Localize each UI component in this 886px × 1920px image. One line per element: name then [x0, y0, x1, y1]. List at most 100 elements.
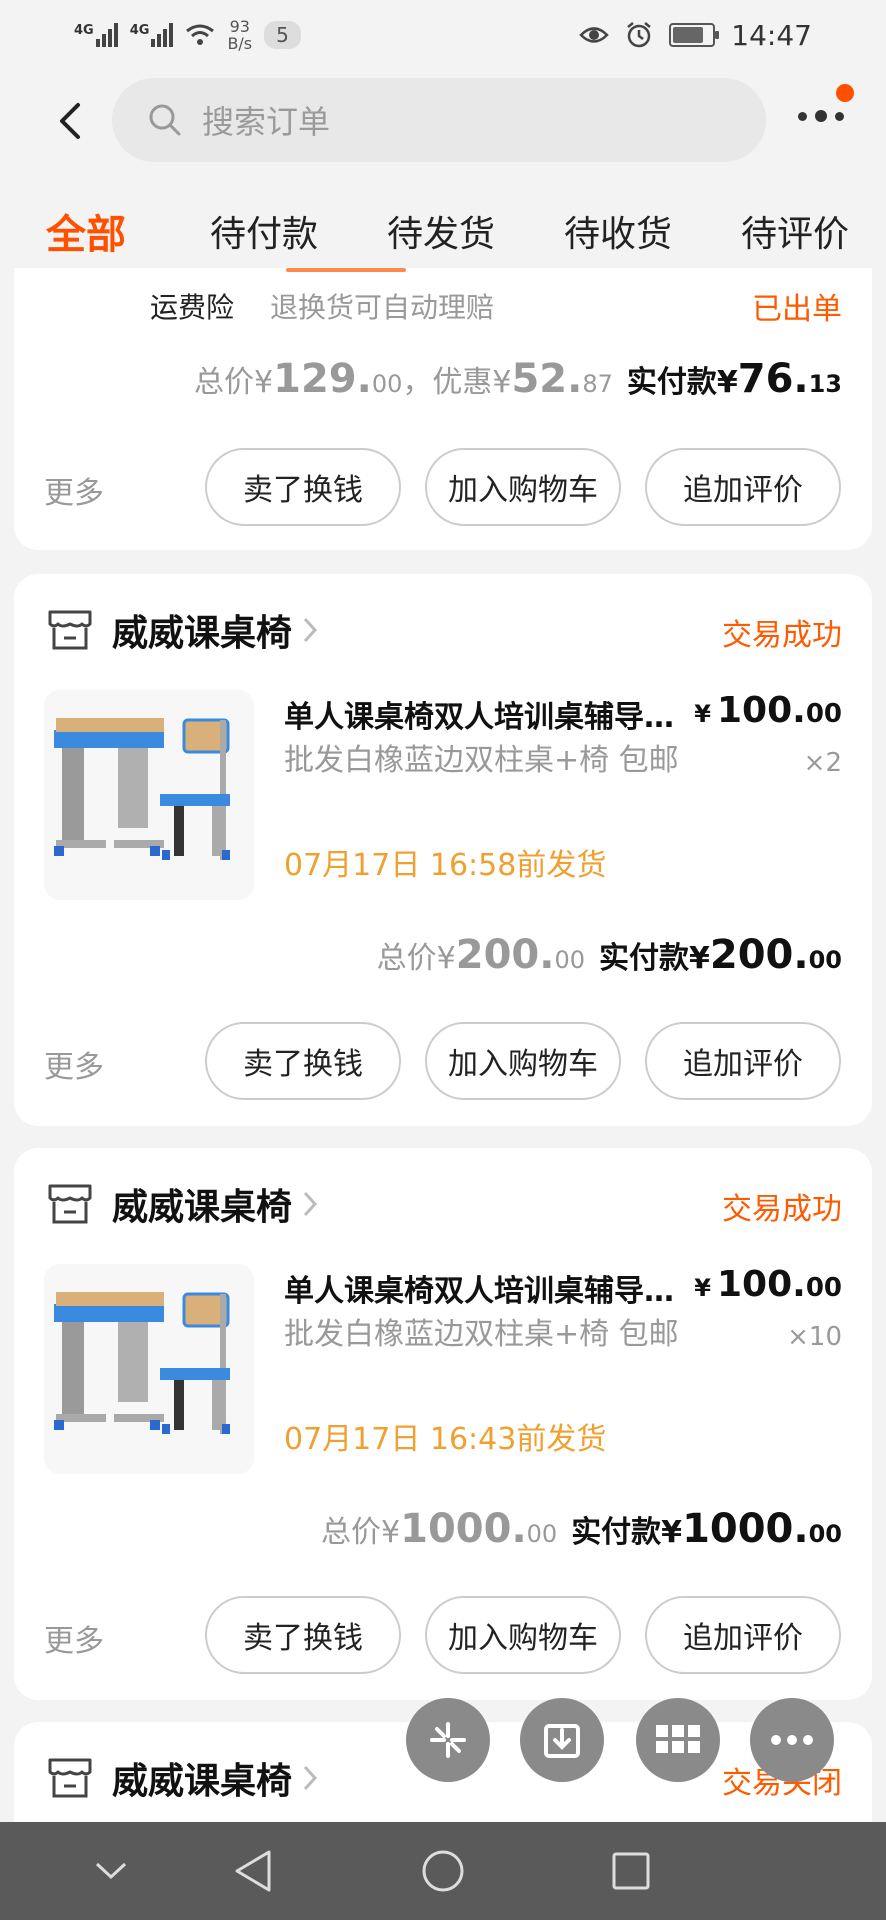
alarm-icon	[627, 22, 652, 48]
add-to-cart-button[interactable]: 加入购物车	[425, 448, 621, 526]
paid-dec: 13	[808, 370, 842, 398]
tab-pending-receipt[interactable]: 待收货	[564, 205, 672, 257]
nav-back-button[interactable]	[228, 1846, 278, 1896]
total-label: 总价¥	[321, 1515, 401, 1550]
back-button[interactable]	[30, 81, 110, 161]
price-summary: 总价¥ 200. 00 实付款¥ 200. 00	[377, 932, 842, 978]
download-fab[interactable]	[520, 1698, 604, 1782]
product-image[interactable]	[44, 1264, 254, 1474]
order-tabs: 全部 待付款 待发货 待收货 待评价	[0, 196, 886, 266]
quantity: ×10	[787, 1322, 842, 1352]
store-icon	[48, 610, 92, 650]
unit-price: ¥100.00	[694, 1264, 842, 1305]
chevron-right-icon	[303, 1765, 318, 1791]
insurance-label: 运费险	[150, 291, 235, 324]
price-summary: 总价¥ 1000. 00 实付款¥ 1000. 00	[321, 1506, 842, 1552]
price-int: 100.	[716, 690, 806, 731]
add-to-cart-button[interactable]: 加入购物车	[425, 1596, 621, 1674]
shop-name: 威威课桌椅	[112, 613, 293, 654]
total-dec: 00	[526, 1520, 558, 1548]
total-int: 200.	[455, 932, 555, 978]
paid-dec: 00	[808, 946, 842, 974]
signal-bars-icon	[151, 23, 174, 47]
ship-deadline: 07月17日 16:43前发货	[284, 1422, 607, 1457]
product-title[interactable]: 单人课桌椅双人培训桌辅导班学生课桌椅	[284, 1266, 684, 1310]
signal-2: 4G	[130, 23, 174, 47]
discount-dec: 87	[582, 370, 613, 398]
desk-chair-image	[54, 1292, 230, 1434]
total-int: 1000.	[400, 1506, 527, 1552]
product-sku: 批发白橡蓝边双柱桌+椅 包邮	[284, 743, 679, 778]
shop-name: 威威课桌椅	[112, 1761, 293, 1802]
status-right: 14:47	[579, 19, 812, 52]
ship-deadline: 07月17日 16:58前发货	[284, 848, 607, 883]
net-speed-value: 93	[229, 17, 250, 36]
add-to-cart-button[interactable]: 加入购物车	[425, 1022, 621, 1100]
product-title[interactable]: 单人课桌椅双人培训桌辅导班学生课桌椅	[284, 692, 684, 736]
tab-all[interactable]: 全部	[46, 202, 126, 260]
append-review-button[interactable]: 追加评价	[645, 448, 841, 526]
search-bar[interactable]: 搜索订单	[112, 78, 766, 162]
sell-button[interactable]: 卖了换钱	[205, 1022, 401, 1100]
price-dec: 00	[805, 699, 842, 729]
more-button[interactable]: 更多	[44, 1042, 104, 1086]
notification-count-badge: 5	[264, 21, 301, 49]
insurance-status: 已出单	[752, 292, 842, 327]
shop-link[interactable]: 威威课桌椅	[46, 1178, 318, 1230]
triangle-back-icon	[235, 1850, 271, 1892]
price-int: 100.	[716, 1264, 806, 1305]
tab-pending-shipment[interactable]: 待发货	[387, 205, 495, 257]
paid-int: 200.	[709, 932, 809, 978]
tab-pending-payment[interactable]: 待付款	[210, 205, 318, 257]
download-icon	[544, 1724, 580, 1758]
append-review-button[interactable]: 追加评价	[645, 1596, 841, 1674]
status-left: 4G 4G 93 B/s 5	[74, 18, 301, 52]
more-fab[interactable]	[750, 1698, 834, 1782]
sell-button[interactable]: 卖了换钱	[205, 448, 401, 526]
more-button[interactable]: 更多	[44, 1616, 104, 1660]
append-review-button[interactable]: 追加评价	[645, 1022, 841, 1100]
nav-home-button[interactable]	[418, 1846, 468, 1896]
circle-home-icon	[422, 1850, 464, 1892]
order-status: 交易成功	[722, 1192, 842, 1227]
discount-label: ，优惠¥	[402, 365, 512, 400]
nav-recents-button[interactable]	[606, 1846, 656, 1896]
search-input[interactable]: 搜索订单	[202, 97, 330, 143]
net-type-2: 4G	[129, 23, 150, 38]
nav-collapse-button[interactable]	[86, 1846, 136, 1896]
discount-int: 52.	[511, 356, 583, 402]
net-speed: 93 B/s	[227, 18, 252, 52]
total-label: 总价¥	[376, 941, 456, 976]
total-int: 129.	[273, 356, 372, 402]
sparkle-fab[interactable]	[406, 1698, 490, 1782]
chevron-right-icon	[303, 1191, 318, 1217]
ellipsis-icon	[771, 1735, 813, 1745]
grid-icon	[656, 1725, 700, 1753]
tab-indicator	[286, 268, 406, 272]
desk-chair-image	[54, 718, 230, 860]
store-icon	[48, 1184, 92, 1224]
paid-label: 实付款¥	[571, 1515, 683, 1550]
insurance-desc: 退换货可自动理赔	[270, 291, 495, 324]
shop-link[interactable]: 威威课桌椅	[46, 1752, 318, 1804]
paid-int: 76.	[737, 356, 809, 402]
paid-int: 1000.	[682, 1506, 809, 1552]
price-dec: 00	[805, 1273, 842, 1303]
order-card[interactable]: 威威课桌椅 交易成功 单人课桌椅双人培训桌辅导班学生课桌椅 批发白橡蓝边双柱桌+…	[14, 574, 872, 1126]
signal-1: 4G	[74, 23, 118, 47]
more-button[interactable]: 更多	[44, 468, 104, 512]
paid-label: 实付款¥	[626, 365, 738, 400]
net-speed-unit: B/s	[227, 34, 253, 53]
product-image[interactable]	[44, 690, 254, 900]
sell-button[interactable]: 卖了换钱	[205, 1596, 401, 1674]
shop-link[interactable]: 威威课桌椅	[46, 604, 318, 656]
dot	[798, 111, 807, 121]
square-recents-icon	[612, 1852, 650, 1890]
order-card[interactable]: 威威课桌椅 交易成功 单人课桌椅双人培训桌辅导班学生课桌椅 批发白橡蓝边双柱桌+…	[14, 1148, 872, 1700]
total-dec: 00	[554, 946, 586, 974]
dot	[835, 111, 844, 121]
grid-fab[interactable]	[636, 1698, 720, 1782]
total-label: 总价¥	[194, 365, 274, 400]
battery-icon	[669, 23, 720, 47]
tab-pending-review[interactable]: 待评价	[741, 205, 849, 257]
